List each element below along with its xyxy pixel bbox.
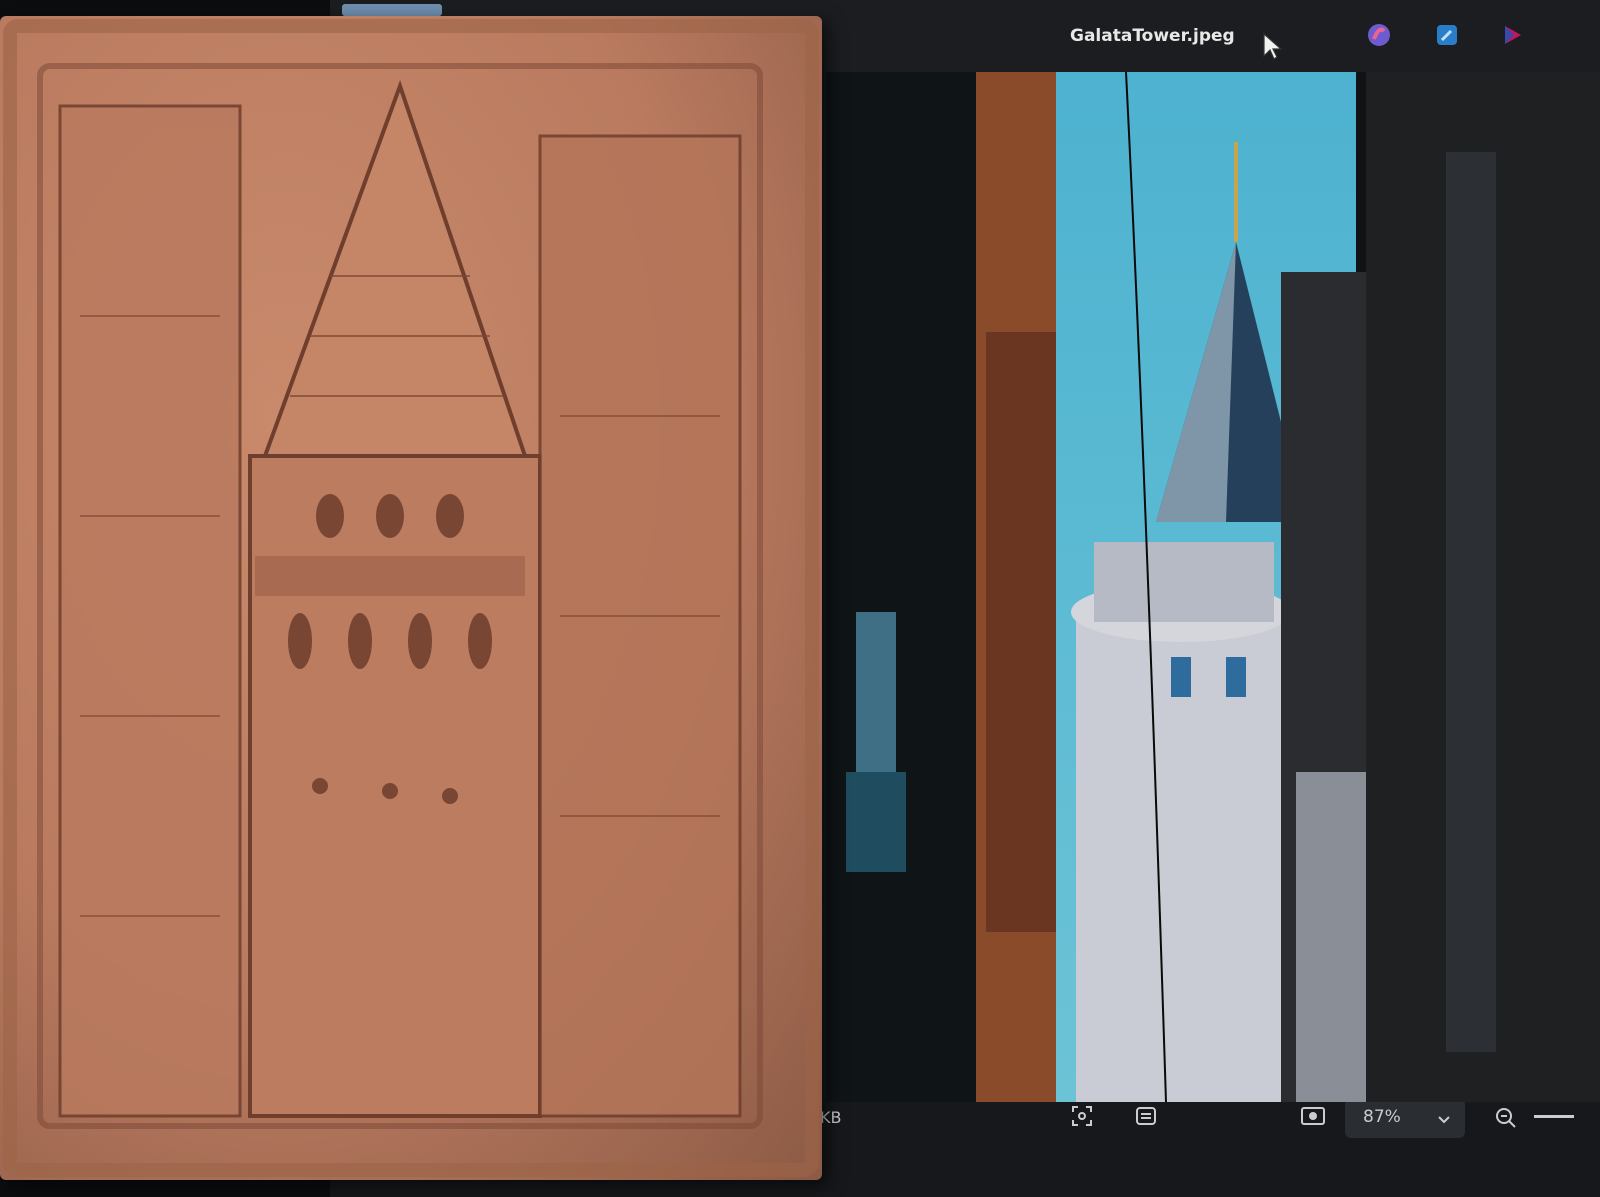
relief-tower-cone [262,79,528,458]
mouse-pointer-icon [1262,32,1284,66]
edit-image-icon[interactable] [1434,22,1460,48]
share-icon[interactable] [1500,22,1526,48]
clay-relief-tile [0,16,822,1180]
left-building-dark [826,72,986,1102]
slideshow-icon[interactable] [1300,1106,1326,1130]
zoom-out-icon[interactable] [1494,1106,1518,1134]
actual-size-icon[interactable] [1134,1104,1158,1132]
zoom-slider-track[interactable] [1534,1115,1574,1118]
zoom-dropdown-chevron-icon [1437,1110,1451,1129]
relief-right-building [538,134,742,1118]
file-size-text: KB [820,1108,842,1127]
displayed-photo [826,72,1600,1102]
relief-left-building [58,104,242,1118]
fit-to-screen-icon[interactable] [1070,1104,1094,1132]
zoom-dropdown[interactable]: 87% [1345,1098,1465,1138]
copilot-icon[interactable] [1366,22,1392,48]
window-tab[interactable] [342,4,442,16]
window-title: GalataTower.jpeg [1070,26,1235,46]
zoom-level-value: 87% [1363,1107,1401,1127]
